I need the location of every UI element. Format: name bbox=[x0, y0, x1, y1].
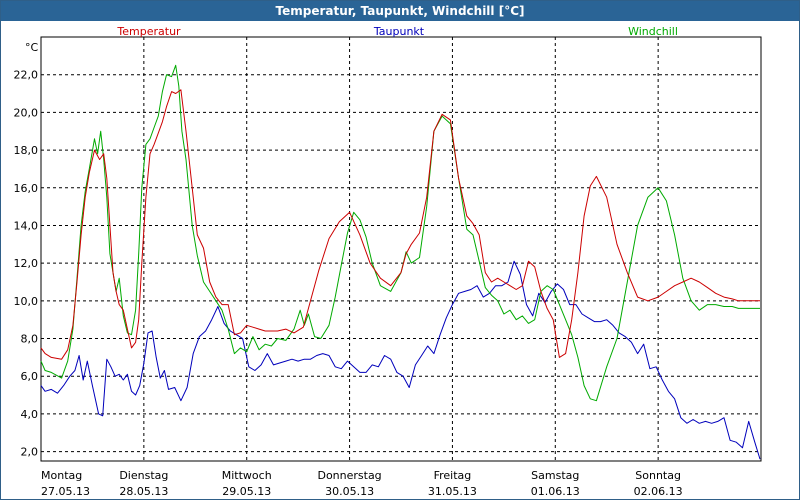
x-tick-weekday: Sonntag bbox=[635, 469, 681, 482]
x-tick-weekday: Freitag bbox=[434, 469, 472, 482]
y-tick-label: 2,0 bbox=[21, 446, 39, 459]
x-tick-weekday: Donnerstag bbox=[317, 469, 381, 482]
legend-temperatur: Temperatur bbox=[116, 25, 181, 38]
y-axis-unit: °C bbox=[25, 41, 39, 54]
x-tick-date: 02.06.13 bbox=[634, 485, 683, 498]
x-tick-date: 31.05.13 bbox=[428, 485, 477, 498]
x-tick-weekday: Montag bbox=[41, 469, 82, 482]
x-tick-weekday: Dienstag bbox=[119, 469, 168, 482]
y-tick-label: 8,0 bbox=[21, 333, 39, 346]
y-tick-label: 22,0 bbox=[14, 69, 39, 82]
y-tick-label: 12,0 bbox=[14, 257, 39, 270]
chart-title: Temperatur, Taupunkt, Windchill [°C] bbox=[1, 1, 799, 21]
x-tick-date: 27.05.13 bbox=[41, 485, 90, 498]
x-tick-weekday: Mittwoch bbox=[222, 469, 272, 482]
chart-window: Temperatur, Taupunkt, Windchill [°C] 2,0… bbox=[0, 0, 800, 500]
legend-taupunkt: Taupunkt bbox=[373, 25, 425, 38]
y-tick-label: 16,0 bbox=[14, 182, 39, 195]
plot-frame bbox=[40, 36, 762, 462]
x-tick-date: 30.05.13 bbox=[325, 485, 374, 498]
x-tick-date: 29.05.13 bbox=[222, 485, 271, 498]
x-tick-weekday: Samstag bbox=[531, 469, 579, 482]
y-tick-label: 14,0 bbox=[14, 219, 39, 232]
y-tick-label: 4,0 bbox=[21, 408, 39, 421]
x-tick-date: 01.06.13 bbox=[531, 485, 580, 498]
y-tick-label: 18,0 bbox=[14, 144, 39, 157]
x-tick-date: 28.05.13 bbox=[119, 485, 168, 498]
y-tick-label: 20,0 bbox=[14, 106, 39, 119]
chart-area: 2,0 4,0 6,0 8,0 10,0 12,0 14,0 16,0 18,0 20,0 22,0… bbox=[14, 25, 762, 498]
legend-windchill: Windchill bbox=[628, 25, 678, 38]
y-tick-label: 10,0 bbox=[14, 295, 39, 308]
y-tick-label: 6,0 bbox=[21, 370, 39, 383]
